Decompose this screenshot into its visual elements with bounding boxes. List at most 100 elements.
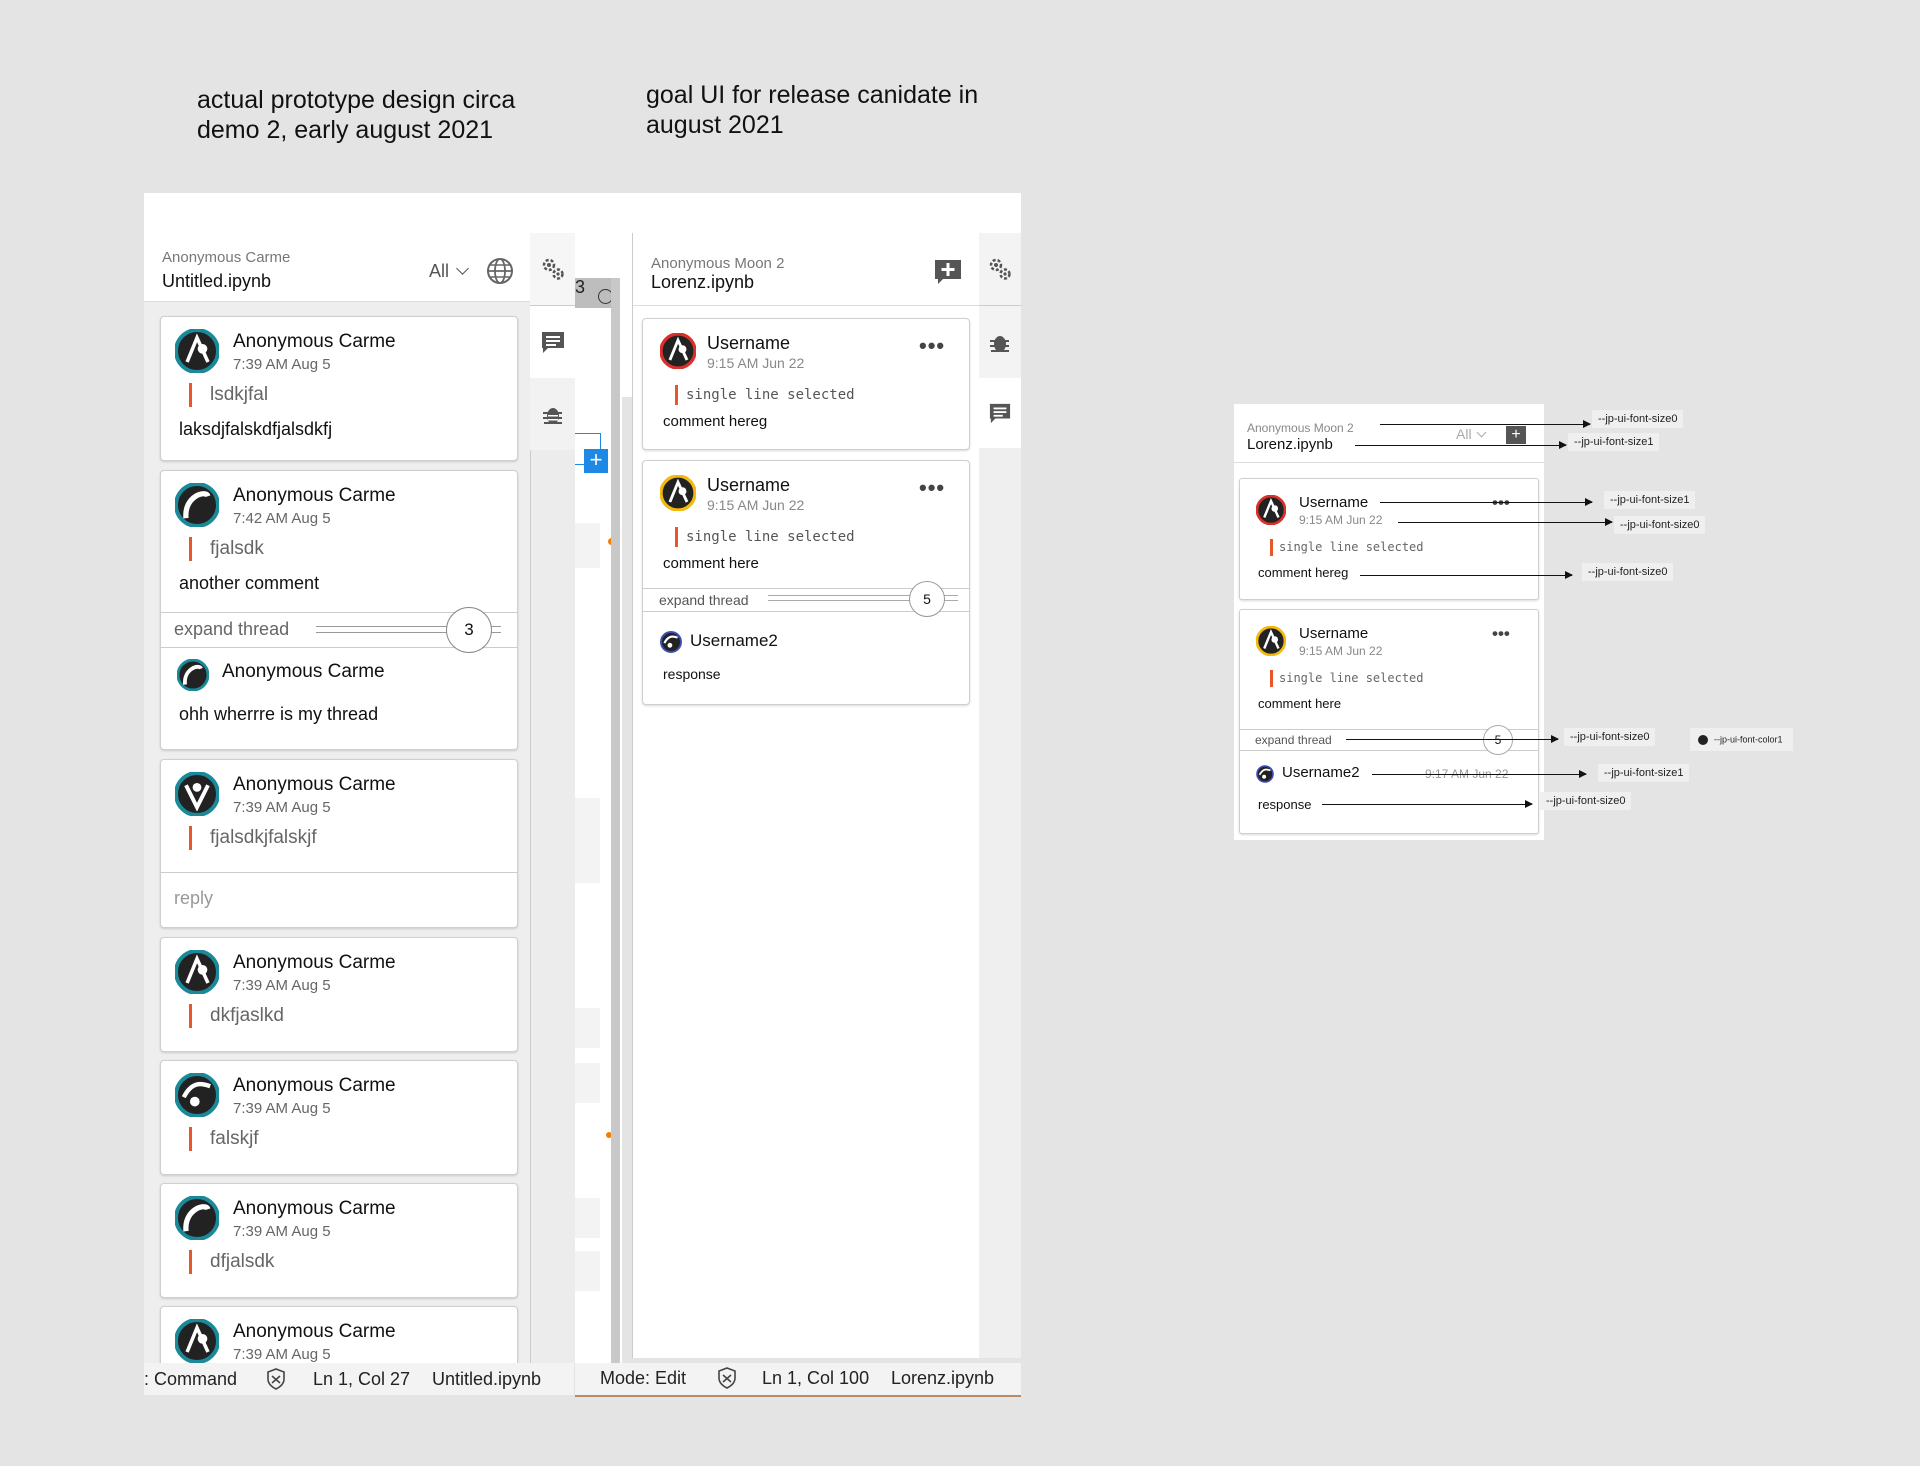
- status-position[interactable]: Ln 1, Col 100: [762, 1368, 869, 1389]
- sidebar-tab-debugger[interactable]: [979, 306, 1021, 379]
- comment-card[interactable]: Anonymous Carme 7:39 AM Aug 5 falskjf: [160, 1060, 518, 1175]
- more-options-icon[interactable]: •••: [1492, 624, 1510, 644]
- comment-card[interactable]: Username 9:15 AM Jun 22 ••• single line sel…: [1239, 478, 1539, 600]
- comment-quote: fjalsdkjfalskjf: [189, 826, 317, 850]
- comment-card[interactable]: Username 9:15 AM Jun 22 ••• single line sel…: [642, 318, 970, 450]
- comment-time: 9:15 AM Jun 22: [707, 355, 805, 371]
- caption-line: actual prototype design circa: [197, 86, 516, 114]
- expand-thread-bar[interactable]: expand thread 5: [1240, 725, 1538, 755]
- sidebar-tab-comments[interactable]: [979, 378, 1021, 448]
- avatar[interactable]: [174, 482, 220, 528]
- comment-text: laksdjfalskdfjalsdkfj: [179, 419, 333, 439]
- comment-author: Anonymous Carme: [233, 1321, 396, 1342]
- avatar[interactable]: [174, 328, 220, 374]
- comment-time: 7:39 AM Aug 5: [233, 356, 331, 373]
- comment-author: Anonymous Carme: [233, 1198, 396, 1219]
- reply-count-badge[interactable]: 5: [1483, 725, 1513, 755]
- avatar[interactable]: [1255, 494, 1287, 526]
- reply-input[interactable]: reply: [161, 872, 517, 927]
- reply-text: response: [663, 666, 721, 682]
- expand-thread-label: expand thread: [1255, 733, 1332, 747]
- sidebar-tab-settings[interactable]: [979, 233, 1021, 306]
- avatar[interactable]: [1256, 765, 1274, 783]
- avatar[interactable]: [174, 1072, 220, 1118]
- avatar[interactable]: [659, 332, 697, 370]
- more-options-icon[interactable]: •••: [919, 333, 945, 359]
- status-bar-proto: : Command Ln 1, Col 27 Untitled.ipynb: [144, 1363, 574, 1395]
- comment-author: Username: [1299, 494, 1369, 511]
- comment-time: 7:39 AM Aug 5: [233, 1346, 331, 1363]
- comment-author: Username: [1299, 625, 1369, 642]
- more-options-icon[interactable]: •••: [919, 475, 945, 501]
- avatar[interactable]: [176, 658, 210, 692]
- status-position[interactable]: Ln 1, Col 27: [313, 1369, 410, 1390]
- new-comment-icon[interactable]: +: [1506, 426, 1526, 444]
- panel-filename: Lorenz.ipynb: [1247, 436, 1333, 453]
- comment-time: 9:15 AM Jun 22: [1299, 644, 1383, 658]
- annotation-arrow: [1322, 800, 1533, 808]
- new-comment-icon[interactable]: [934, 259, 962, 285]
- comment-card[interactable]: Anonymous Carme 7:39 AM Aug 5 lsdkjfal laks…: [160, 316, 518, 461]
- avatar[interactable]: [1255, 625, 1287, 657]
- sidebar-tab-settings[interactable]: [530, 233, 575, 306]
- comment-text: comment here: [663, 555, 759, 572]
- kernel-shield-icon[interactable]: [717, 1367, 737, 1389]
- comment-text: comment hereg: [1258, 565, 1349, 580]
- gears-icon: [989, 258, 1011, 280]
- globe-icon[interactable]: [486, 257, 514, 285]
- chevron-down-icon: [456, 262, 469, 275]
- expand-thread-bar[interactable]: expand thread 5: [643, 581, 969, 617]
- panel-author: Anonymous Moon 2: [651, 255, 785, 272]
- comment-quote: single line selected: [675, 385, 855, 405]
- comment-card[interactable]: Anonymous Carme 7:42 AM Aug 5 fjalsdk anoth…: [160, 470, 518, 750]
- caption-line: demo 2, early august 2021: [197, 116, 494, 144]
- status-mode: : Command: [144, 1369, 238, 1389]
- annotation-arrow: [1372, 770, 1587, 778]
- notebook-peek: 3 +: [575, 233, 622, 1363]
- comment-card[interactable]: Username 9:15 AM Jun 22 ••• single line sel…: [642, 460, 970, 705]
- expand-thread-bar[interactable]: expand thread 3: [161, 607, 517, 653]
- peek-number: 3: [575, 277, 586, 297]
- comment-card[interactable]: Anonymous Carme 7:39 AM Aug 5 dkfjaslkd: [160, 937, 518, 1052]
- comment-card[interactable]: Anonymous Carme 7:39 AM Aug 5 fjalsdkjfals…: [160, 759, 518, 928]
- annotation-label: --jp-ui-font-size1: [1604, 491, 1696, 509]
- comment-text: another comment: [179, 573, 320, 593]
- more-options-icon[interactable]: •••: [1492, 493, 1510, 513]
- panel-author: Anonymous Carme: [162, 249, 291, 266]
- comment-card[interactable]: Username 9:15 AM Jun 22 ••• single line sel…: [1239, 609, 1539, 834]
- panel-header: Anonymous Moon 2 Lorenz.ipynb: [633, 233, 980, 306]
- reply-count-badge[interactable]: 5: [909, 581, 945, 617]
- comment-text: comment hereg: [663, 413, 768, 430]
- comment-author: Anonymous Carme: [233, 774, 396, 795]
- filter-dropdown[interactable]: All: [429, 261, 469, 282]
- reply-count-badge[interactable]: 3: [446, 607, 492, 653]
- avatar[interactable]: [174, 949, 220, 995]
- avatar[interactable]: [174, 1195, 220, 1241]
- panel-filename: Lorenz.ipynb: [651, 272, 755, 292]
- comment-card[interactable]: Anonymous Carme 7:39 AM Aug 5 dfjalsdk: [160, 1183, 518, 1298]
- comment-time: 7:39 AM Aug 5: [233, 1223, 331, 1240]
- comment-quote: dfjalsdk: [189, 1250, 274, 1274]
- annotation-color-label: --jp-ui-font-color1: [1690, 728, 1793, 751]
- comment-quote: single line selected: [1270, 670, 1424, 687]
- avatar[interactable]: [174, 771, 220, 817]
- reply-author: Anonymous Carme: [222, 661, 385, 682]
- comment-time: 7:39 AM Aug 5: [233, 1100, 331, 1117]
- comment-text: comment here: [1258, 696, 1342, 711]
- status-mode: Mode: Edit: [600, 1368, 687, 1388]
- kernel-shield-icon[interactable]: [266, 1368, 286, 1390]
- add-comment-plus-icon[interactable]: +: [584, 449, 608, 473]
- chevron-down-icon: [1477, 427, 1487, 438]
- panel-author: Anonymous Moon 2: [1247, 421, 1354, 435]
- sidebar-tab-debugger[interactable]: [530, 378, 575, 450]
- sidebar-tab-comments[interactable]: [530, 306, 576, 378]
- avatar[interactable]: [660, 631, 682, 653]
- panel-filename: Untitled.ipynb: [162, 271, 272, 291]
- comment-quote: fjalsdk: [189, 537, 264, 561]
- status-filename: Untitled.ipynb: [432, 1369, 542, 1389]
- annotation-label: --jp-ui-font-size1: [1568, 433, 1660, 451]
- avatar[interactable]: [659, 474, 697, 512]
- filter-dropdown[interactable]: All: [1456, 426, 1487, 442]
- avatar[interactable]: [174, 1318, 220, 1364]
- color-label-text: --jp-ui-font-color1: [1714, 734, 1783, 745]
